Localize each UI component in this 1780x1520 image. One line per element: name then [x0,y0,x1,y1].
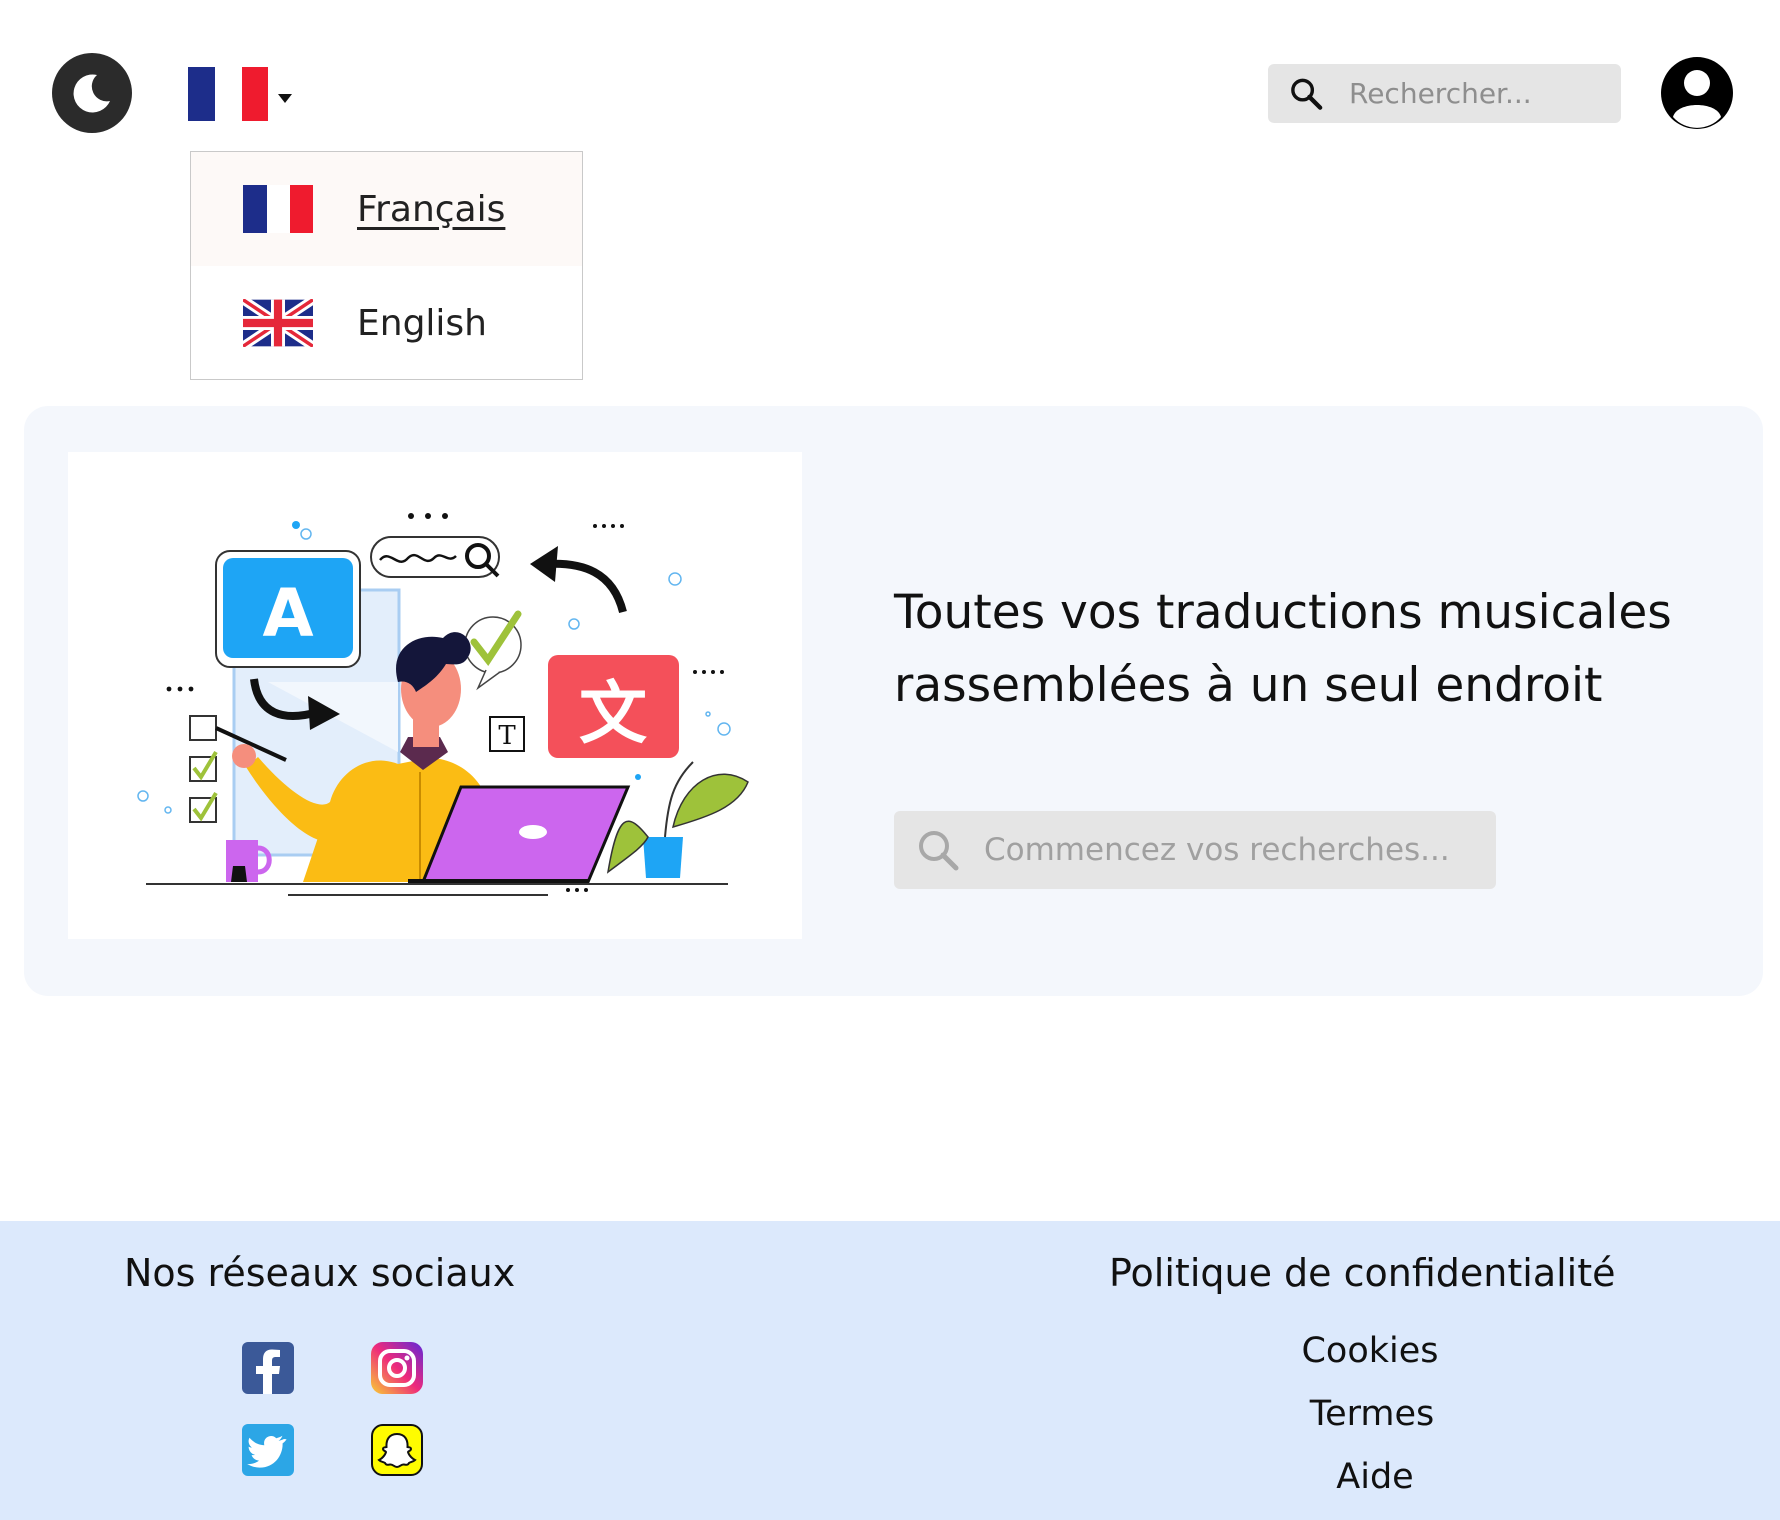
terms-link[interactable]: Termes [1222,1394,1522,1434]
france-flag-icon [188,67,268,121]
hero-title-line-2: rassemblées à un seul endroit [894,658,1603,713]
language-dropdown-menu: Français English [190,151,583,380]
translation-illustration: A 文 T [68,452,802,939]
header-search-input[interactable] [1347,76,1621,111]
theme-toggle-button[interactable] [52,53,132,133]
language-option-english[interactable]: English [191,266,582,380]
search-icon [919,831,959,871]
instagram-link[interactable] [371,1342,423,1394]
language-option-francais[interactable]: Français [191,152,582,266]
snapchat-icon [377,1432,417,1469]
hero-title-line-1: Toutes vos traductions musicales [894,585,1672,640]
user-icon [1673,70,1721,128]
hero-search-input[interactable] [982,831,1486,869]
help-link[interactable]: Aide [1225,1457,1525,1497]
language-option-label: Français [357,188,506,230]
france-flag-icon [243,185,313,233]
hero-search[interactable] [894,811,1496,889]
letter-a-text: A [262,575,313,652]
footer: Nos réseaux sociaux Politique de confide… [0,1221,1780,1520]
profile-button[interactable] [1661,57,1733,129]
letter-wen-text: 文 [579,675,647,754]
twitter-link[interactable] [242,1424,294,1476]
letter-t-text: T [498,721,516,751]
translator-at-laptop-illustration: A 文 T [137,513,749,896]
language-option-label: English [357,302,487,344]
hero-section: A 文 T Toutes vos traductions musicales r… [24,406,1763,996]
facebook-link[interactable] [242,1342,294,1394]
language-selector[interactable] [188,66,298,122]
snapchat-link[interactable] [371,1424,423,1476]
twitter-icon [247,1435,287,1468]
moon-icon [73,74,110,113]
hero-title: Toutes vos traductions musicales rassemb… [894,576,1734,722]
header-search[interactable] [1268,64,1621,123]
social-networks-title: Nos réseaux sociaux [124,1251,516,1295]
cookies-link[interactable]: Cookies [1220,1331,1520,1371]
facebook-icon [256,1349,280,1394]
caret-down-icon [278,94,292,103]
instagram-icon [378,1349,416,1387]
uk-flag-icon [243,299,313,347]
search-icon [1291,78,1323,110]
privacy-policy-title: Politique de confidentialité [1109,1251,1616,1295]
